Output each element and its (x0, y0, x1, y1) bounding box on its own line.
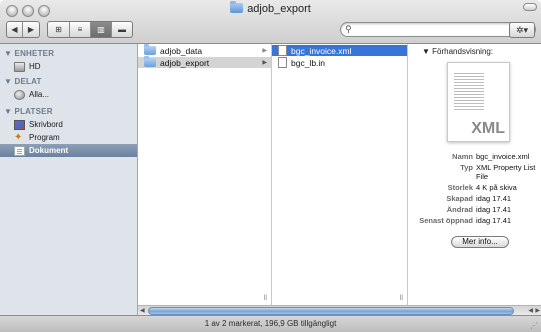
list-item-label: bgc_lb.in (291, 57, 326, 68)
sidebar-section-shared[interactable]: ▼ DELAT (4, 77, 42, 86)
applications-icon: ✦ (14, 131, 23, 143)
back-button[interactable]: ◀ (7, 22, 23, 37)
view-list-button[interactable]: ≡ (70, 22, 91, 37)
hard-drive-icon (14, 61, 25, 72)
folder-icon (144, 56, 156, 67)
list-item-label: adjob_export (160, 57, 210, 68)
meta-row-name: Namn bgc_invoice.xml (408, 152, 541, 161)
file-thumbnail: XML (447, 62, 510, 142)
sidebar-item-documents[interactable]: Dokument (0, 144, 137, 157)
browser-column-1[interactable]: adjob_data ▶ adjob_export ▶ ll (138, 44, 272, 305)
list-item-label: bgc_invoice.xml (291, 45, 352, 56)
meta-row-size: Storlek 4 K på skiva (408, 183, 541, 192)
meta-row-modified: Ändrad idag 17.41 (408, 205, 541, 214)
folder-icon (144, 44, 156, 55)
sidebar-item-applications[interactable]: ✦ Program (0, 131, 137, 144)
sidebar-item-all[interactable]: Alla... (0, 88, 137, 101)
meta-value: 4 K på skiva (476, 183, 517, 192)
window-title: adjob_export (0, 1, 541, 15)
window-title-text: adjob_export (247, 3, 311, 15)
chevron-right-icon: ▶ (262, 48, 267, 54)
scrollbar-thumb[interactable] (148, 307, 514, 315)
toolbar-toggle-button[interactable] (523, 3, 537, 11)
forward-arrow-icon: ▶ (27, 25, 35, 34)
file-icon (278, 57, 287, 68)
column-resize-handle[interactable]: ll (400, 295, 403, 302)
search-field[interactable]: ⚲ (340, 22, 536, 37)
view-columns-button[interactable]: ▥ (91, 22, 112, 37)
documents-icon (14, 145, 25, 156)
status-text: 1 av 2 markerat, 196,9 GB tillgängligt (204, 319, 337, 328)
list-item-label: adjob_data (160, 45, 203, 56)
column-resize-handle[interactable]: ll (264, 295, 267, 302)
meta-key: Skapad (446, 194, 473, 203)
finder-window: adjob_export ◀ ▶ ⊞ ≡ ▥ ▬ ⚲ ✲▾ ▼ ENHETER … (0, 0, 541, 332)
sidebar-item-desktop[interactable]: Skrivbord (0, 118, 137, 131)
icon-view-icon: ⊞ (55, 25, 62, 34)
meta-value: idag 17.41 (476, 216, 512, 225)
meta-value: idag 17.41 (476, 194, 512, 203)
title-bar[interactable]: adjob_export ◀ ▶ ⊞ ≡ ▥ ▬ ⚲ ✲▾ (0, 0, 541, 44)
list-view-icon: ≡ (77, 25, 83, 34)
list-item[interactable]: adjob_export ▶ (138, 56, 271, 68)
forward-button[interactable]: ▶ (23, 22, 39, 37)
status-bar: 1 av 2 markerat, 196,9 GB tillgängligt ⋰ (0, 315, 541, 332)
browser-column-2[interactable]: bgc_invoice.xml bgc_lb.in ll (272, 44, 408, 305)
view-mode-control: ⊞ ≡ ▥ ▬ (47, 21, 133, 38)
back-forward-control: ◀ ▶ (6, 21, 40, 38)
sidebar: ▼ ENHETER HD ▼ DELAT Alla... ▼ PLATSER S… (0, 44, 138, 315)
file-icon (278, 45, 287, 56)
document-text-lines (454, 71, 484, 111)
view-coverflow-button[interactable]: ▬ (112, 22, 132, 37)
sidebar-item-label: Alla... (29, 90, 50, 99)
sidebar-item-label: Skrivbord (29, 120, 63, 129)
back-arrow-icon: ◀ (11, 25, 18, 34)
meta-key: Namn (452, 152, 473, 161)
meta-row-type: Typ XML Property List File (408, 163, 541, 181)
network-icon (14, 89, 25, 100)
meta-row-created: Skapad idag 17.41 (408, 194, 541, 203)
meta-row-last-opened: Senast öppnad idag 17.41 (408, 216, 541, 225)
meta-key: Storlek (447, 183, 473, 192)
meta-value: bgc_invoice.xml (476, 152, 530, 161)
horizontal-scrollbar[interactable]: ◀ ◀ ▶ (138, 305, 541, 315)
search-icon: ⚲ (345, 24, 352, 34)
preview-heading[interactable]: ▼ Förhandsvisning: (422, 47, 493, 56)
meta-value: XML Property List File (476, 163, 536, 181)
meta-key: Typ (460, 163, 473, 172)
sidebar-item-hd[interactable]: HD (0, 60, 137, 73)
sidebar-item-label: HD (29, 62, 41, 71)
desktop-icon (14, 119, 25, 130)
list-item[interactable]: bgc_invoice.xml (272, 45, 407, 56)
column-view-icon: ▥ (97, 25, 105, 34)
meta-value: idag 17.41 (476, 205, 512, 214)
coverflow-view-icon: ▬ (118, 25, 126, 34)
list-item[interactable]: bgc_lb.in (272, 57, 407, 68)
sidebar-section-places[interactable]: ▼ PLATSER (4, 107, 53, 116)
chevron-right-icon: ▶ (262, 60, 267, 66)
action-menu-button[interactable]: ✲▾ (509, 22, 535, 38)
folder-icon (230, 1, 244, 13)
meta-key: Senast öppnad (419, 216, 473, 225)
sidebar-section-devices[interactable]: ▼ ENHETER (4, 49, 54, 58)
view-icons-button[interactable]: ⊞ (48, 22, 70, 37)
resize-grip-icon[interactable]: ⋰ (530, 321, 538, 330)
sidebar-item-label: Dokument (29, 146, 69, 155)
thumbnail-type-label: XML (471, 120, 505, 137)
sidebar-item-label: Program (29, 133, 60, 142)
list-item[interactable]: adjob_data ▶ (138, 44, 271, 56)
gear-icon: ✲▾ (515, 25, 529, 35)
more-info-button[interactable]: Mer info... (451, 236, 509, 248)
search-input[interactable] (357, 23, 527, 36)
meta-key: Ändrad (446, 205, 473, 214)
